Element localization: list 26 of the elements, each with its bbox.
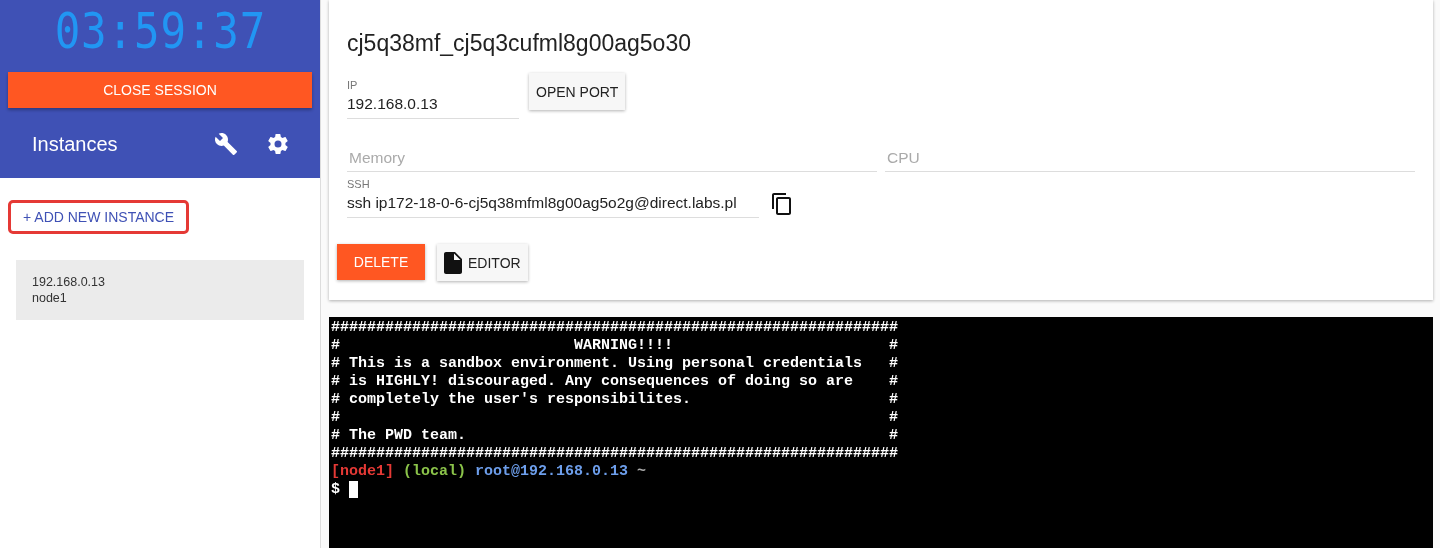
terminal-line: # #: [331, 409, 900, 427]
instance-name: node1: [32, 290, 68, 306]
file-icon: [444, 251, 462, 274]
terminal-line: # completely the user's responsibilites. #: [331, 391, 900, 409]
session-timer: 03:59:37: [54, 1, 266, 62]
terminal-line: ###############################################################: [331, 445, 900, 463]
copy-icon[interactable]: [771, 192, 793, 216]
ip-field[interactable]: IP 192.168.0.13: [347, 79, 519, 119]
instance-ip: 192.168.0.13: [32, 274, 106, 290]
terminal[interactable]: [329, 317, 1433, 548]
terminal-input[interactable]: $: [331, 481, 1431, 499]
instance-item[interactable]: 192.168.0.13 node1: [16, 260, 304, 320]
editor-button[interactable]: EDITOR: [437, 244, 528, 281]
ssh-field[interactable]: SSH ssh ip172-18-0-6-cj5q38mfml8g00ag5o2g@direct.labs.pl: [347, 178, 759, 218]
terminal-line: # is HIGHLY! discouraged. Any consequences of doing so are #: [331, 373, 900, 391]
wrench-icon[interactable]: [214, 132, 238, 156]
terminal-line: ###############################################################: [331, 319, 900, 337]
terminal-line: # This is a sandbox environment. Using personal credentials #: [331, 355, 900, 373]
terminal-prompt: [node1] (local) root@192.168.0.13 ~: [331, 463, 648, 481]
settings-icon[interactable]: [266, 132, 290, 156]
add-instance-button[interactable]: + ADD NEW INSTANCE: [8, 200, 190, 234]
terminal-line: # WARNING!!!! #: [331, 337, 900, 355]
open-port-button[interactable]: OPEN PORT: [529, 73, 626, 110]
sidebar-title: Instances: [32, 132, 119, 156]
instance-title: cj5q38mf_cj5q3cufml8g00ag5o30: [347, 30, 692, 57]
terminal-line: # The PWD team. #: [331, 427, 900, 445]
